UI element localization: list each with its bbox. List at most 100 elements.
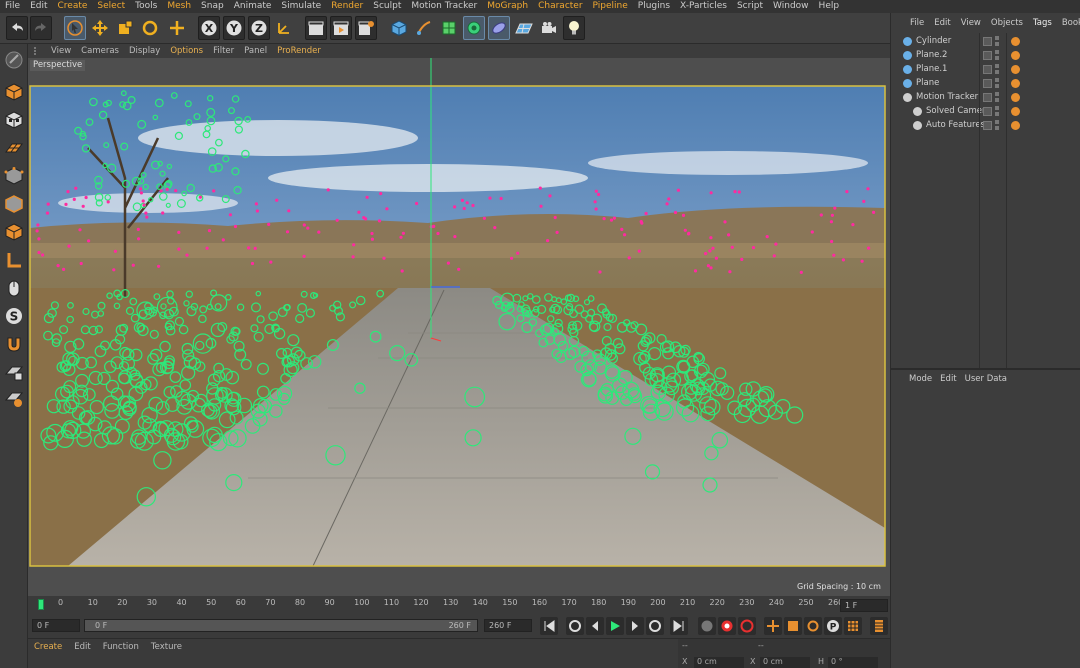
visibility-dots[interactable] (995, 64, 999, 74)
transform-tool[interactable] (166, 16, 188, 40)
undo-button[interactable] (6, 16, 28, 40)
layer-toggle[interactable] (983, 51, 992, 60)
lock-workplane-button[interactable] (2, 360, 26, 384)
tag-icon[interactable] (1011, 37, 1020, 46)
viewport-menu-panel[interactable]: Panel (239, 46, 272, 56)
material-menu-texture[interactable]: Texture (145, 642, 188, 652)
perspective-viewport[interactable] (28, 58, 890, 596)
object-menu-tags[interactable]: Tags (1028, 18, 1057, 28)
workplane-button[interactable] (2, 136, 26, 160)
previous-key-button[interactable] (566, 617, 584, 635)
magnet-tool-button[interactable] (2, 332, 26, 356)
layer-toggle[interactable] (983, 107, 992, 116)
coord-x2-field[interactable]: 0 cm (760, 657, 810, 668)
light-button[interactable] (563, 16, 585, 40)
polygons-mode-button[interactable] (2, 220, 26, 244)
visibility-dots[interactable] (995, 36, 999, 46)
menu-animate[interactable]: Animate (229, 0, 277, 13)
object-menu-view[interactable]: View (956, 18, 986, 28)
panel-grip[interactable] (34, 47, 40, 55)
object-menu-file[interactable]: File (905, 18, 929, 28)
layer-toggle[interactable] (983, 93, 992, 102)
previous-frame-button[interactable] (586, 617, 604, 635)
menu-file[interactable]: File (0, 0, 25, 13)
viewport-menu-filter[interactable]: Filter (208, 46, 239, 56)
object-row[interactable]: Plane (891, 77, 1080, 91)
tag-icon[interactable] (1011, 107, 1020, 116)
make-editable-button[interactable] (2, 48, 26, 72)
floor-environment-button[interactable] (513, 16, 535, 40)
redo-button[interactable] (30, 16, 52, 40)
visibility-dots[interactable] (995, 50, 999, 60)
visibility-dots[interactable] (995, 120, 999, 130)
menu-script[interactable]: Script (732, 0, 768, 13)
y-axis-toggle[interactable]: Y (223, 16, 245, 40)
menu-motion-tracker[interactable]: Motion Tracker (406, 0, 482, 13)
menu-pipeline[interactable]: Pipeline (588, 0, 633, 13)
menu-plugins[interactable]: Plugins (633, 0, 675, 13)
go-to-end-button[interactable] (670, 617, 688, 635)
x-axis-toggle[interactable]: X (198, 16, 220, 40)
attribute-menu-user-data[interactable]: User Data (961, 374, 1011, 384)
axis-mode-button[interactable] (2, 248, 26, 272)
menu-mograph[interactable]: MoGraph (482, 0, 533, 13)
pen-spline-button[interactable] (413, 16, 435, 40)
snapping-button[interactable]: S (2, 304, 26, 328)
playhead[interactable] (38, 599, 44, 610)
viewport-menu-options[interactable]: Options (165, 46, 208, 56)
model-mode-button[interactable] (2, 80, 26, 104)
object-row[interactable]: Cylinder (891, 35, 1080, 49)
current-frame-field[interactable]: 1 F (840, 599, 888, 612)
menu-snap[interactable]: Snap (196, 0, 229, 13)
next-key-button[interactable] (646, 617, 664, 635)
move-tool[interactable] (89, 16, 111, 40)
texture-mode-button[interactable] (2, 108, 26, 132)
preview-range-slider[interactable]: 0 F 260 F (84, 619, 478, 632)
key-rotation-toggle[interactable] (804, 617, 822, 635)
layer-toggle[interactable] (983, 37, 992, 46)
material-menu-create[interactable]: Create (28, 642, 68, 652)
render-picture-viewer-button[interactable] (330, 16, 352, 40)
go-to-start-button[interactable] (540, 617, 558, 635)
visibility-dots[interactable] (995, 92, 999, 102)
camera-button[interactable] (538, 16, 560, 40)
object-row[interactable]: Auto Features (891, 119, 1080, 133)
object-row[interactable]: Motion Tracker (891, 91, 1080, 105)
rotate-tool[interactable] (139, 16, 161, 40)
tag-icon[interactable] (1011, 121, 1020, 130)
key-pla-toggle[interactable] (844, 617, 862, 635)
keyframe-selection-button[interactable] (738, 617, 756, 635)
layer-toggle[interactable] (983, 65, 992, 74)
live-selection-tool[interactable] (64, 16, 86, 40)
menu-create[interactable]: Create (53, 0, 93, 13)
menu-help[interactable]: Help (814, 0, 845, 13)
menu-sculpt[interactable]: Sculpt (368, 0, 406, 13)
coord-h-field[interactable]: 0 ° (828, 657, 878, 668)
attribute-menu-edit[interactable]: Edit (936, 374, 960, 384)
coord-x-field[interactable]: 0 cm (694, 657, 744, 668)
solo-button[interactable] (2, 386, 26, 410)
tag-icon[interactable] (1011, 93, 1020, 102)
tag-icon[interactable] (1011, 51, 1020, 60)
key-scale-toggle[interactable] (784, 617, 802, 635)
viewport-menu-prorender[interactable]: ProRender (272, 46, 326, 56)
layer-toggle[interactable] (983, 79, 992, 88)
menu-simulate[interactable]: Simulate (276, 0, 326, 13)
play-button[interactable] (606, 617, 624, 635)
object-menu-objects[interactable]: Objects (986, 18, 1028, 28)
autokeying-button[interactable] (718, 617, 736, 635)
menu-mesh[interactable]: Mesh (162, 0, 196, 13)
menu-tools[interactable]: Tools (130, 0, 162, 13)
z-axis-toggle[interactable]: Z (248, 16, 270, 40)
viewport-menu-view[interactable]: View (46, 46, 76, 56)
scheme-menu-button[interactable] (870, 617, 888, 635)
viewport-camera-label[interactable]: Perspective (30, 60, 86, 71)
coordinate-system-toggle[interactable] (273, 16, 295, 40)
render-settings-button[interactable] (355, 16, 377, 40)
cloner-button[interactable] (463, 16, 485, 40)
key-parameter-toggle[interactable]: P (824, 617, 842, 635)
object-row[interactable]: Plane.2 (891, 49, 1080, 63)
object-menu-edit[interactable]: Edit (929, 18, 955, 28)
layer-toggle[interactable] (983, 121, 992, 130)
next-frame-button[interactable] (626, 617, 644, 635)
